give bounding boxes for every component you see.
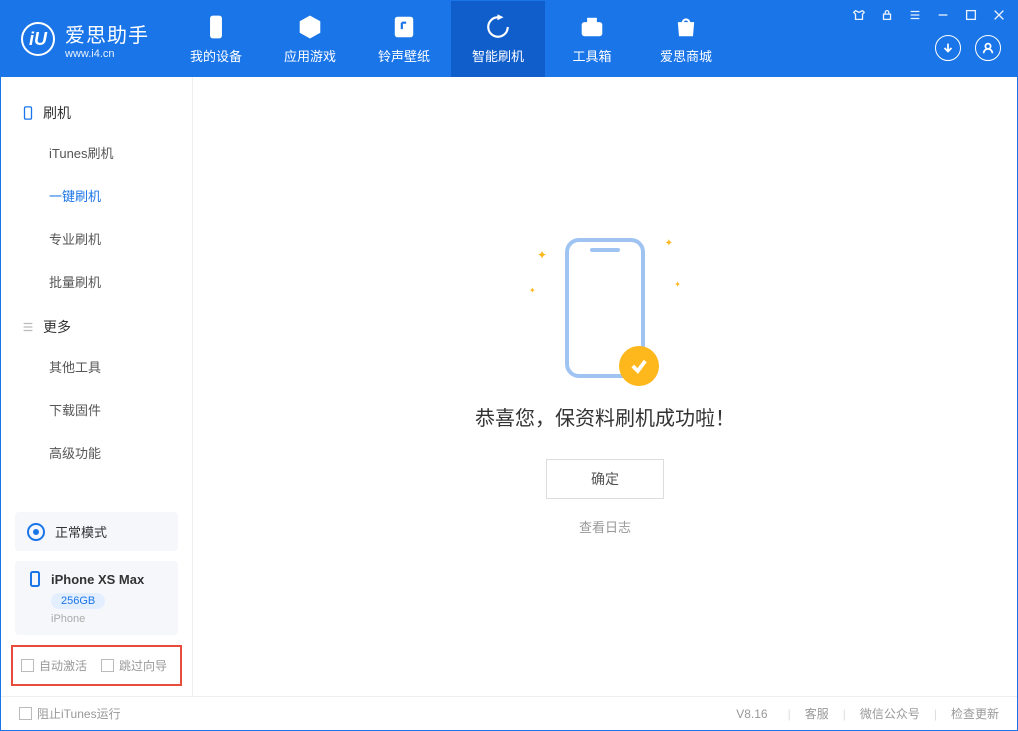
nav-label: 我的设备 [190, 46, 242, 65]
checkbox-label: 自动激活 [39, 657, 87, 674]
bag-icon [673, 14, 699, 40]
app-title: 爱思助手 [65, 19, 149, 48]
sidebar-item-advanced[interactable]: 高级功能 [1, 431, 192, 474]
checkbox-row-highlighted: 自动激活 跳过向导 [11, 645, 182, 686]
titlebar-right [851, 1, 1017, 77]
checkbox-icon [101, 659, 114, 672]
music-icon [391, 14, 417, 40]
list-icon [21, 320, 35, 334]
sidebar-section-flash: 刷机 iTunes刷机 一键刷机 专业刷机 批量刷机 [1, 95, 192, 303]
statusbar: 阻止iTunes运行 V8.16 | 客服 | 微信公众号 | 检查更新 [1, 696, 1017, 730]
sparkle-icon: ✦ [665, 238, 673, 249]
sidebar-item-othertools[interactable]: 其他工具 [1, 345, 192, 388]
minimize-icon[interactable] [935, 7, 951, 23]
lock-icon[interactable] [879, 7, 895, 23]
device-card[interactable]: iPhone XS Max 256GB iPhone [15, 561, 178, 635]
statusbar-right: V8.16 | 客服 | 微信公众号 | 检查更新 [736, 705, 999, 722]
sidebar-bottom: 正常模式 iPhone XS Max 256GB iPhone 自动激活 [1, 512, 192, 696]
success-illustration: ✦ ✦ ✦ ✦ [565, 238, 645, 378]
download-icon[interactable] [935, 35, 961, 61]
toolbox-icon [579, 14, 605, 40]
nav-flash[interactable]: 智能刷机 [451, 1, 545, 77]
checkbox-label: 跳过向导 [119, 657, 167, 674]
refresh-icon [485, 14, 511, 40]
body: 刷机 iTunes刷机 一键刷机 专业刷机 批量刷机 更多 其他工具 下载固件 … [1, 77, 1017, 696]
sidebar-item-oneclick[interactable]: 一键刷机 [1, 174, 192, 217]
phone-icon [203, 14, 229, 40]
user-row [935, 35, 1001, 61]
sidebar-item-itunes[interactable]: iTunes刷机 [1, 131, 192, 174]
version-label: V8.16 [736, 707, 767, 721]
mode-icon [27, 523, 45, 541]
titlebar: iU 爱思助手 www.i4.cn 我的设备 应用游戏 铃声壁纸 智能刷机 [1, 1, 1017, 77]
device-type: iPhone [51, 613, 166, 625]
nav-label: 智能刷机 [472, 46, 524, 65]
app-subtitle: www.i4.cn [65, 48, 149, 60]
success-title: 恭喜您，保资料刷机成功啦！ [475, 402, 735, 431]
checkbox-label: 阻止iTunes运行 [37, 705, 121, 722]
update-link[interactable]: 检查更新 [951, 705, 999, 722]
support-link[interactable]: 客服 [805, 705, 829, 722]
mode-label: 正常模式 [55, 522, 107, 541]
window-controls [851, 7, 1007, 23]
nav-label: 铃声壁纸 [378, 46, 430, 65]
separator: | [934, 707, 937, 721]
cube-icon [297, 14, 323, 40]
main-content: ✦ ✦ ✦ ✦ 恭喜您，保资料刷机成功啦！ 确定 查看日志 [193, 77, 1017, 696]
checkbox-auto-activate[interactable]: 自动激活 [21, 657, 87, 674]
storage-badge: 256GB [51, 593, 105, 609]
sidebar-item-pro[interactable]: 专业刷机 [1, 217, 192, 260]
sparkle-icon: ✦ [529, 286, 536, 295]
mode-card[interactable]: 正常模式 [15, 512, 178, 551]
separator: | [843, 707, 846, 721]
checkbox-skip-wizard[interactable]: 跳过向导 [101, 657, 167, 674]
sidebar-item-batch[interactable]: 批量刷机 [1, 260, 192, 303]
sidebar: 刷机 iTunes刷机 一键刷机 专业刷机 批量刷机 更多 其他工具 下载固件 … [1, 77, 193, 696]
nav-store[interactable]: 爱思商城 [639, 1, 733, 77]
phone-outline-icon [21, 106, 35, 120]
logo-icon: iU [21, 22, 55, 56]
sidebar-section-title: 更多 [43, 317, 71, 337]
nav-apps[interactable]: 应用游戏 [263, 1, 357, 77]
user-icon[interactable] [975, 35, 1001, 61]
nav-toolbox[interactable]: 工具箱 [545, 1, 639, 77]
check-badge-icon [619, 346, 659, 386]
logo: iU 爱思助手 www.i4.cn [1, 1, 169, 77]
sparkle-icon: ✦ [537, 248, 547, 262]
sidebar-head-more: 更多 [1, 309, 192, 345]
close-icon[interactable] [991, 7, 1007, 23]
device-icon [27, 571, 43, 587]
checkbox-block-itunes[interactable]: 阻止iTunes运行 [19, 705, 121, 722]
sidebar-section-title: 刷机 [43, 103, 71, 123]
device-name: iPhone XS Max [51, 572, 144, 587]
sidebar-head-flash: 刷机 [1, 95, 192, 131]
nav-label: 工具箱 [572, 46, 611, 65]
nav-ringtone[interactable]: 铃声壁纸 [357, 1, 451, 77]
separator: | [788, 707, 791, 721]
sparkle-icon: ✦ [674, 280, 681, 289]
sidebar-item-firmware[interactable]: 下载固件 [1, 388, 192, 431]
nav-label: 应用游戏 [284, 46, 336, 65]
sidebar-section-more: 更多 其他工具 下载固件 高级功能 [1, 309, 192, 474]
wechat-link[interactable]: 微信公众号 [860, 705, 920, 722]
maximize-icon[interactable] [963, 7, 979, 23]
tshirt-icon[interactable] [851, 7, 867, 23]
app-window: iU 爱思助手 www.i4.cn 我的设备 应用游戏 铃声壁纸 智能刷机 [0, 0, 1018, 731]
checkbox-icon [19, 707, 32, 720]
menu-icon[interactable] [907, 7, 923, 23]
view-log-link[interactable]: 查看日志 [579, 517, 631, 536]
ok-button[interactable]: 确定 [546, 459, 664, 499]
nav: 我的设备 应用游戏 铃声壁纸 智能刷机 工具箱 爱思商城 [169, 1, 733, 77]
checkbox-icon [21, 659, 34, 672]
nav-device[interactable]: 我的设备 [169, 1, 263, 77]
nav-label: 爱思商城 [660, 46, 712, 65]
